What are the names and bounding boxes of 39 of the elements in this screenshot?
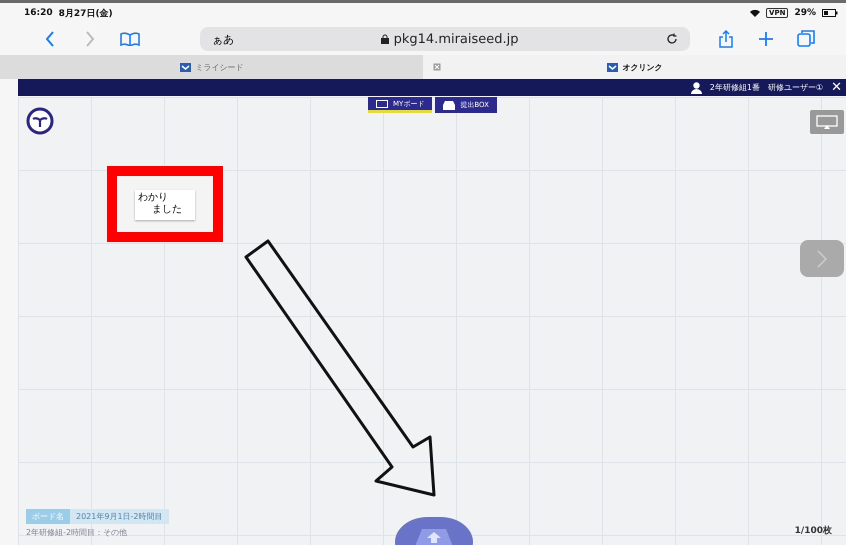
note-card[interactable]: わかり ました — [135, 190, 195, 220]
screen-share-button[interactable] — [810, 110, 844, 134]
handwritten-text: ました — [151, 204, 183, 216]
close-button[interactable]: ✕ — [831, 80, 842, 95]
board-subtitle: 2年研修組-2時間目：その他 — [26, 527, 128, 539]
board-icon — [376, 100, 388, 108]
share-icon[interactable] — [719, 30, 733, 48]
status-time: 16:20 — [24, 8, 53, 18]
page-count: 1/100枚 — [794, 524, 832, 537]
battery-percent: 29% — [794, 8, 816, 18]
back-icon[interactable] — [45, 31, 55, 47]
logo-icon[interactable] — [26, 107, 54, 135]
status-date: 8月27日(金) — [58, 8, 113, 20]
monitor-icon — [816, 115, 838, 129]
next-button[interactable] — [800, 240, 844, 277]
user-name: 研修ユーザー① — [768, 82, 824, 93]
app-icon — [606, 62, 618, 72]
user-icon — [690, 82, 702, 94]
browser-tab[interactable]: オクリンク — [423, 55, 846, 79]
wifi-icon — [750, 9, 760, 17]
lock-icon — [381, 34, 390, 44]
battery-icon — [822, 9, 838, 17]
app-icon — [180, 62, 190, 72]
class-label: 2年研修組1番 — [710, 82, 760, 93]
board-name-tag: ボード名 — [26, 509, 70, 524]
address-bar[interactable]: ぁあ pkg14.miraiseed.jp — [200, 27, 690, 51]
close-tab-icon[interactable] — [433, 63, 441, 71]
new-tab-icon[interactable] — [759, 32, 773, 46]
bookmarks-icon[interactable] — [120, 32, 140, 46]
tabs-icon[interactable] — [797, 30, 815, 48]
inbox-icon — [443, 100, 456, 110]
upload-icon — [414, 529, 454, 545]
board-name: 2021年9月1日-2時間目 — [75, 511, 164, 523]
text-size-button[interactable]: ぁあ — [212, 32, 234, 46]
browser-tab[interactable]: ミライシード — [0, 55, 423, 79]
handwritten-text: わかり — [138, 192, 169, 204]
chevron-right-icon — [817, 250, 827, 268]
url-text: pkg14.miraiseed.jp — [392, 32, 519, 46]
reload-icon[interactable] — [666, 33, 678, 45]
